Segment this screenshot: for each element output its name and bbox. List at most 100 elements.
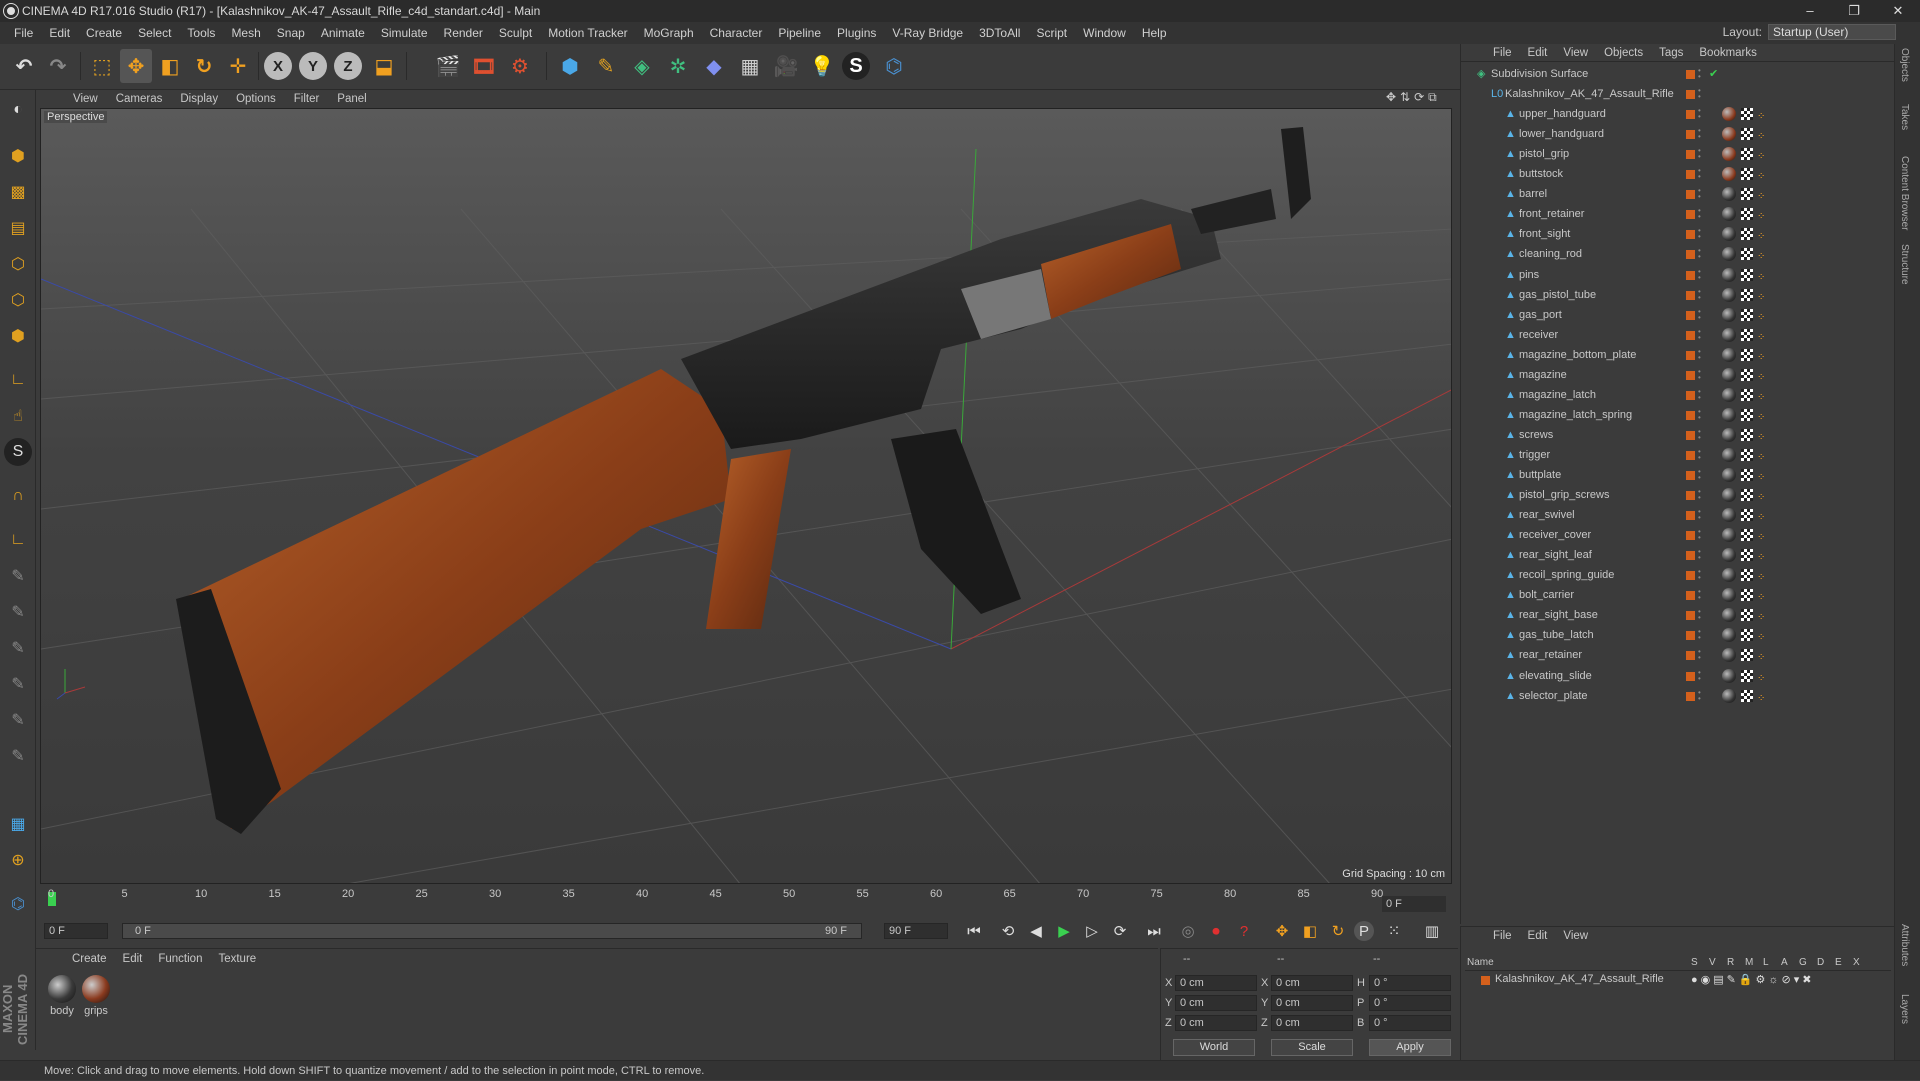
perspective-viewport[interactable]: Perspective Grid Spacing: 10 cm [40, 108, 1452, 884]
material-tag-icon[interactable] [1722, 508, 1736, 523]
subdivision-enabled-icon[interactable]: ✔ [1709, 64, 1718, 84]
layer-menu-file[interactable]: File [1485, 930, 1520, 942]
material-menu-edit[interactable]: Edit [115, 953, 151, 965]
object-rifle-group[interactable]: L0 Kalashnikov_AK_47_Assault_Rifle • • [1461, 84, 1895, 104]
visibility-dots-icon[interactable]: • • [1698, 167, 1702, 181]
texture-tag-icon[interactable] [1741, 529, 1753, 542]
object-selector-plate[interactable]: ▲ selector_plate • • ⁘ [1461, 686, 1895, 706]
object-gas-pistol-tube[interactable]: ▲ gas_pistol_tube • • ⁘ [1461, 285, 1895, 305]
menu-script[interactable]: Script [1028, 26, 1075, 40]
layer-color-swatch[interactable] [1686, 511, 1695, 521]
layer-color-swatch[interactable] [1686, 210, 1695, 220]
material-grips[interactable]: grips [80, 975, 112, 1017]
material-body[interactable]: body [46, 975, 78, 1017]
layer-color-swatch[interactable] [1686, 170, 1695, 180]
layer-color-swatch[interactable] [1686, 190, 1695, 200]
visibility-dots-icon[interactable]: • • [1698, 528, 1702, 542]
visibility-dots-icon[interactable]: • • [1698, 648, 1702, 662]
edges-mode-icon[interactable]: ⬡ [4, 286, 32, 314]
size-field[interactable]: 0 cm [1271, 995, 1353, 1011]
layer-color-swatch[interactable] [1686, 390, 1695, 400]
object-lower-handguard[interactable]: ▲ lower_handguard • • ⁘ [1461, 124, 1895, 144]
layer-color-swatch[interactable] [1686, 90, 1695, 100]
object-pistol-grip-screws[interactable]: ▲ pistol_grip_screws • • ⁘ [1461, 485, 1895, 505]
material-tag-icon[interactable] [1722, 227, 1736, 242]
material-tag-icon[interactable] [1722, 628, 1736, 643]
texture-tag-icon[interactable] [1741, 208, 1753, 221]
viewport-menu-cameras[interactable]: Cameras [107, 93, 172, 105]
apply-button[interactable]: Apply [1369, 1039, 1451, 1056]
menu-select[interactable]: Select [130, 26, 179, 40]
redo-icon[interactable]: ↷ [42, 49, 74, 83]
y-axis-lock-icon[interactable]: Y [299, 52, 327, 80]
tweak-mode-icon[interactable]: ☝ [4, 402, 32, 430]
menu-animate[interactable]: Animate [313, 26, 373, 40]
layer-color-swatch[interactable] [1481, 976, 1490, 985]
object-pistol-grip[interactable]: ▲ pistol_grip • • ⁘ [1461, 144, 1895, 164]
layer-column-header[interactable]: M [1745, 957, 1753, 968]
viewport-menu-filter[interactable]: Filter [285, 93, 329, 105]
layer-color-swatch[interactable] [1686, 611, 1695, 621]
object-menu-bookmarks[interactable]: Bookmarks [1691, 47, 1765, 59]
range-slider[interactable]: 0 F 90 F [122, 923, 862, 939]
pen-spline-icon[interactable]: ✎ [590, 49, 622, 83]
material-tag-icon[interactable] [1722, 187, 1736, 202]
key-parameter-icon[interactable]: P [1354, 921, 1374, 941]
layer-menu-view[interactable]: View [1555, 930, 1596, 942]
material-tag-icon[interactable] [1722, 127, 1736, 142]
object-trigger[interactable]: ▲ trigger • • ⁘ [1461, 445, 1895, 465]
object-receiver[interactable]: ▲ receiver • • ⁘ [1461, 325, 1895, 345]
layer-color-swatch[interactable] [1686, 531, 1695, 541]
texture-tag-icon[interactable] [1741, 308, 1753, 321]
material-tag-icon[interactable] [1722, 287, 1736, 302]
material-tag-icon[interactable] [1722, 608, 1736, 623]
visibility-dots-icon[interactable]: • • [1698, 267, 1702, 281]
render-view-icon[interactable]: 🎬 [432, 49, 464, 83]
subdivision-surface-icon[interactable]: ◈ [626, 49, 658, 83]
go-to-start-icon[interactable]: ⏮ [962, 920, 986, 942]
texture-tag-icon[interactable] [1741, 168, 1753, 181]
object-rear-sight-base[interactable]: ▲ rear_sight_base • • ⁘ [1461, 605, 1895, 625]
material-tag-icon[interactable] [1722, 107, 1736, 122]
snap-icon[interactable]: S [4, 438, 32, 466]
x-axis-lock-icon[interactable]: X [264, 52, 292, 80]
texture-tag-icon[interactable] [1741, 669, 1753, 682]
layer-color-swatch[interactable] [1686, 110, 1695, 120]
material-tag-icon[interactable] [1722, 167, 1736, 182]
material-tag-icon[interactable] [1722, 367, 1736, 382]
object-elevating-slide[interactable]: ▲ elevating_slide • • ⁘ [1461, 666, 1895, 686]
object-front-retainer[interactable]: ▲ front_retainer • • ⁘ [1461, 204, 1895, 224]
sculpt-inflate-icon[interactable]: ✎ [4, 670, 32, 698]
visibility-dots-icon[interactable]: • • [1698, 688, 1702, 702]
material-tag-icon[interactable] [1722, 207, 1736, 222]
layer-column-header[interactable]: X [1853, 957, 1860, 968]
layer-color-swatch[interactable] [1686, 370, 1695, 380]
material-tag-icon[interactable] [1722, 648, 1736, 663]
end-frame-field[interactable]: 90 F [884, 923, 948, 939]
rotation-field[interactable]: 0 ° [1369, 975, 1451, 991]
material-tag-icon[interactable] [1722, 447, 1736, 462]
previous-key-icon[interactable]: ⟲ [996, 920, 1020, 942]
layer-color-swatch[interactable] [1686, 290, 1695, 300]
axis-mode-icon[interactable]: ∟ [4, 366, 32, 394]
texture-tag-icon[interactable] [1741, 248, 1753, 261]
dock-tab-structure[interactable]: Structure [1899, 244, 1910, 285]
layer-row[interactable]: Kalashnikov_AK_47_Assault_Rifle ●◉▤✎🔒⚙☼⊘… [1465, 973, 1891, 989]
workplane-icon[interactable]: ▤ [4, 214, 32, 242]
texture-tag-icon[interactable] [1741, 549, 1753, 562]
object-rear-swivel[interactable]: ▲ rear_swivel • • ⁘ [1461, 505, 1895, 525]
object-barrel[interactable]: ▲ barrel • • ⁘ [1461, 184, 1895, 204]
polygons-mode-icon[interactable]: ⬢ [4, 322, 32, 350]
texture-tag-icon[interactable] [1741, 288, 1753, 301]
viewport-menu-display[interactable]: Display [171, 93, 227, 105]
visibility-dots-icon[interactable]: • • [1698, 87, 1702, 101]
grid-icon[interactable]: ▦ [4, 810, 32, 838]
layer-color-swatch[interactable] [1686, 591, 1695, 601]
texture-tag-icon[interactable] [1741, 268, 1753, 281]
layer-column-header[interactable]: S [1691, 957, 1698, 968]
object-magazine-bottom-plate[interactable]: ▲ magazine_bottom_plate • • ⁘ [1461, 345, 1895, 365]
layer-color-swatch[interactable] [1686, 651, 1695, 661]
layer-color-swatch[interactable] [1686, 330, 1695, 340]
menu-character[interactable]: Character [702, 26, 771, 40]
material-tag-icon[interactable] [1722, 307, 1736, 322]
